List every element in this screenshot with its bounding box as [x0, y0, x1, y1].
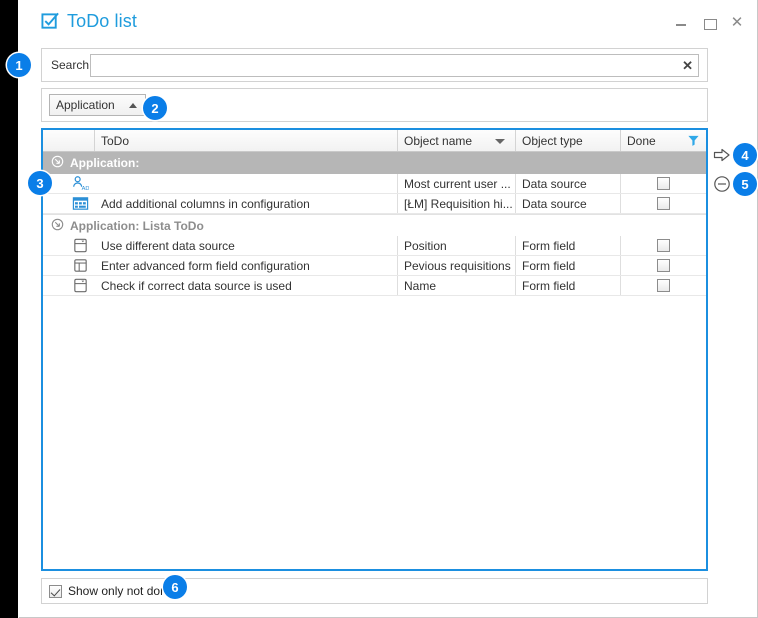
annotation-badge-1: 1	[7, 53, 31, 77]
grid-group-row[interactable]: Application: Lista ToDo	[43, 214, 706, 236]
cell-todo	[95, 174, 398, 193]
table-row[interactable]: Add additional columns in configuration[…	[43, 194, 706, 214]
title-bar: ToDo list ✕	[19, 0, 758, 40]
column-header-todo-label: ToDo	[101, 133, 130, 148]
column-header-object-name[interactable]: Object name	[398, 130, 516, 151]
clear-search-icon[interactable]: ✕	[682, 57, 693, 74]
group-collapse-icon[interactable]	[51, 218, 70, 234]
grid-body: Application: AD Most current user ... Data …	[43, 152, 706, 296]
filter-funnel-icon[interactable]	[687, 134, 700, 147]
form-field-panel-icon	[43, 256, 95, 275]
cell-object-name: [ŁM] Requisition hi...	[398, 194, 516, 213]
grid-header-row: ToDo Object name Object type Done	[43, 130, 706, 152]
annotation-badge-4: 4	[733, 143, 757, 167]
footer-panel: Show only not done	[41, 578, 708, 604]
annotation-badge-3: 3	[28, 171, 52, 195]
grid-group-row[interactable]: Application:	[43, 152, 706, 174]
show-only-not-done-label: Show only not done	[68, 584, 174, 598]
table-row[interactable]: Check if correct data source is used Name…	[43, 276, 706, 296]
cell-object-name: Position	[398, 236, 516, 255]
annotation-badge-2: 2	[143, 96, 167, 120]
column-header-object-type[interactable]: Object type	[516, 130, 621, 151]
close-icon[interactable]: ✕	[730, 15, 744, 30]
remove-todo-button[interactable]	[713, 175, 731, 193]
todo-list-window: ToDo list ✕ Search ✕ Application ToDo Ob…	[0, 0, 758, 618]
search-input-wrap[interactable]: ✕	[90, 54, 699, 77]
left-black-strip	[0, 0, 18, 618]
data-source-icon	[43, 194, 95, 213]
sort-descending-icon	[495, 139, 505, 144]
cell-object-name: Name	[398, 276, 516, 295]
annotation-badge-6: 6	[163, 575, 187, 599]
group-by-chip-label: Application	[56, 98, 115, 112]
cell-object-type: Form field	[516, 256, 621, 275]
done-checkbox[interactable]	[657, 279, 670, 292]
minimize-button[interactable]	[674, 16, 688, 30]
search-input[interactable]	[91, 55, 676, 76]
group-row-label: Application:	[70, 156, 140, 170]
group-row-label: Application: Lista ToDo	[70, 218, 204, 233]
table-row[interactable]: AD Most current user ... Data source	[43, 174, 706, 194]
search-label: Search	[51, 58, 90, 72]
column-header-done-label: Done	[627, 133, 656, 148]
form-field-dropdown-icon	[43, 236, 95, 255]
cell-done[interactable]	[621, 276, 706, 295]
cell-todo: Enter advanced form field configuration	[95, 256, 398, 275]
group-by-chip-application[interactable]: Application	[49, 94, 146, 116]
window-controls: ✕	[674, 15, 744, 30]
cell-todo: Use different data source	[95, 236, 398, 255]
show-only-not-done-checkbox[interactable]	[49, 584, 62, 598]
cell-done[interactable]	[621, 256, 706, 275]
go-to-object-button[interactable]	[713, 146, 731, 164]
cell-object-type: Data source	[516, 194, 621, 213]
page-title: ToDo list	[67, 11, 137, 31]
show-only-not-done-row[interactable]: Show only not done	[49, 584, 173, 598]
done-checkbox[interactable]	[657, 239, 670, 252]
form-field-dropdown-icon	[43, 276, 95, 295]
group-by-panel: Application	[41, 88, 708, 122]
sort-ascending-icon[interactable]	[129, 103, 137, 108]
cell-done[interactable]	[621, 174, 706, 193]
cell-object-type: Form field	[516, 236, 621, 255]
column-header-object-name-label: Object name	[404, 133, 473, 148]
cell-object-type: Form field	[516, 276, 621, 295]
done-checkbox[interactable]	[657, 259, 670, 272]
todo-grid: ToDo Object name Object type Done Applic…	[41, 128, 708, 571]
cell-object-name: Most current user ...	[398, 174, 516, 193]
svg-text:AD: AD	[82, 186, 89, 192]
group-collapse-icon[interactable]	[51, 155, 70, 171]
search-panel: Search ✕	[41, 48, 708, 82]
column-header-object-type-label: Object type	[522, 133, 583, 148]
column-header-done[interactable]: Done	[621, 130, 706, 151]
cell-done[interactable]	[621, 236, 706, 255]
column-header-icon	[43, 130, 95, 151]
title-group: ToDo list	[41, 11, 137, 32]
cell-todo: Add additional columns in configuration	[95, 194, 398, 213]
table-row[interactable]: Use different data source Position Form fi…	[43, 236, 706, 256]
maximize-button[interactable]	[702, 16, 717, 30]
done-checkbox[interactable]	[657, 197, 670, 210]
cell-object-name: Pevious requisitions	[398, 256, 516, 275]
checkbox-check-icon	[41, 12, 60, 31]
table-row[interactable]: Enter advanced form field configuration P…	[43, 256, 706, 276]
cell-object-type: Data source	[516, 174, 621, 193]
cell-done[interactable]	[621, 194, 706, 213]
done-checkbox[interactable]	[657, 177, 670, 190]
cell-todo: Check if correct data source is used	[95, 276, 398, 295]
annotation-badge-5: 5	[733, 172, 757, 196]
column-header-todo[interactable]: ToDo	[95, 130, 398, 151]
